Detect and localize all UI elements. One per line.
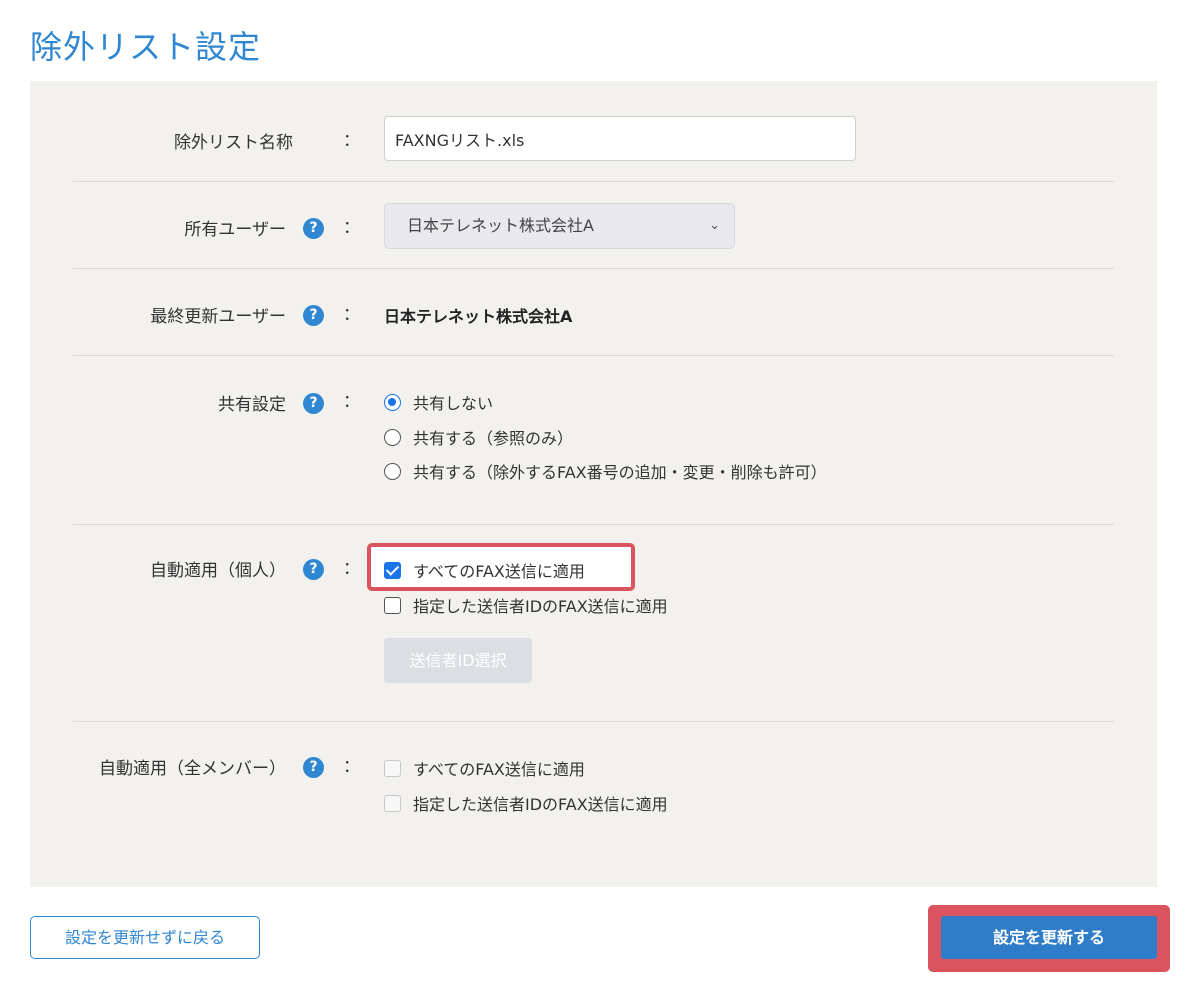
sharing-option-full[interactable]: 共有する（除外するFAX番号の追加・変更・削除も許可）: [384, 459, 827, 483]
page-title: 除外リスト設定: [30, 28, 262, 66]
checkbox[interactable]: [384, 759, 401, 777]
radio-button[interactable]: [384, 428, 401, 446]
checkbox-label: すべてのFAX送信に適用: [413, 760, 585, 779]
colon: ：: [343, 392, 360, 412]
list-name-input[interactable]: [384, 116, 856, 161]
colon: ：: [343, 131, 360, 151]
list-name-label: 除外リスト名称: [174, 133, 293, 153]
last-updated-user-label: 最終更新ユーザー: [150, 307, 286, 327]
help-icon[interactable]: ?: [303, 559, 324, 580]
colon: ：: [343, 757, 360, 777]
help-icon[interactable]: ?: [303, 757, 324, 778]
sharing-label: 共有設定: [218, 395, 286, 415]
checkbox[interactable]: [384, 794, 401, 812]
checkbox-label: 指定した送信者IDのFAX送信に適用: [413, 597, 668, 616]
settings-panel: 除外リスト名称 ： 所有ユーザー ? ： 日本テレネット株式会社A ⌄ 最終更新…: [30, 81, 1157, 887]
sharing-option-readonly[interactable]: 共有する（参照のみ）: [384, 425, 573, 449]
divider: [73, 268, 1114, 269]
checkbox[interactable]: [384, 561, 401, 579]
auto-apply-all-members-label: 自動適用（全メンバー）: [99, 759, 286, 779]
colon: ：: [343, 559, 360, 579]
colon: ：: [343, 218, 360, 238]
sharing-option-none[interactable]: 共有しない: [384, 390, 493, 414]
auto-personal-sender-option[interactable]: 指定した送信者IDのFAX送信に適用: [384, 593, 668, 617]
help-icon[interactable]: ?: [303, 218, 324, 239]
back-without-update-button[interactable]: 設定を更新せずに戻る: [30, 916, 260, 959]
sharing-option-label: 共有する（除外するFAX番号の追加・変更・削除も許可）: [413, 463, 827, 482]
owner-select-value: 日本テレネット株式会社A: [407, 216, 594, 235]
select-sender-id-button[interactable]: 送信者ID選択: [384, 638, 532, 683]
checkbox[interactable]: [384, 596, 401, 614]
radio-button[interactable]: [384, 462, 401, 480]
divider: [73, 524, 1114, 525]
divider: [73, 181, 1114, 182]
checkbox-label: 指定した送信者IDのFAX送信に適用: [413, 795, 668, 814]
radio-button[interactable]: [384, 393, 401, 411]
auto-members-all-option[interactable]: すべてのFAX送信に適用: [384, 756, 585, 780]
help-icon[interactable]: ?: [303, 393, 324, 414]
owner-label: 所有ユーザー: [184, 220, 286, 240]
update-settings-button[interactable]: 設定を更新する: [941, 916, 1157, 959]
colon: ：: [343, 305, 360, 325]
auto-apply-personal-label: 自動適用（個人）: [150, 561, 286, 581]
divider: [73, 721, 1114, 722]
last-updated-user-value: 日本テレネット株式会社A: [384, 307, 573, 326]
checkbox-label: すべてのFAX送信に適用: [413, 562, 585, 581]
sharing-option-label: 共有しない: [413, 394, 494, 413]
auto-personal-all-option[interactable]: すべてのFAX送信に適用: [384, 558, 585, 582]
sharing-option-label: 共有する（参照のみ）: [413, 429, 574, 448]
divider: [73, 355, 1114, 356]
auto-members-sender-option[interactable]: 指定した送信者IDのFAX送信に適用: [384, 791, 668, 815]
help-icon[interactable]: ?: [303, 305, 324, 326]
chevron-down-icon: ⌄: [709, 218, 720, 233]
owner-select[interactable]: 日本テレネット株式会社A ⌄: [384, 203, 735, 249]
